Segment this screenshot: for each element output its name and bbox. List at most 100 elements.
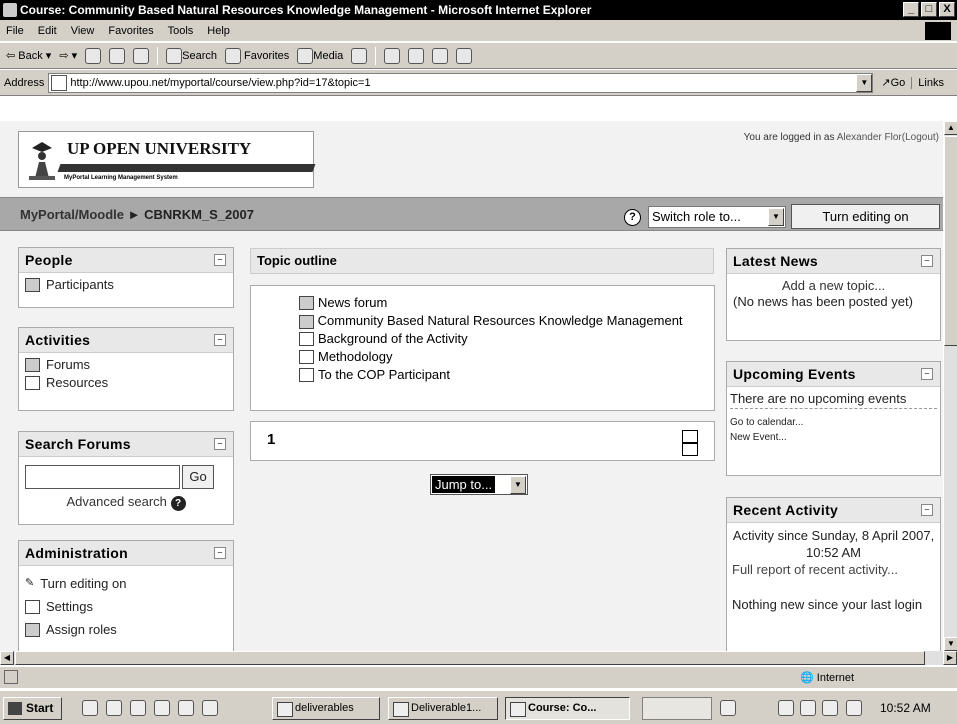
forward-button[interactable]: ⇨ ▾ xyxy=(59,49,77,62)
breadcrumb-course: CBNRKM_S_2007 xyxy=(144,207,254,222)
methodology-resource-link[interactable]: Methodology xyxy=(257,348,708,366)
stop-icon[interactable] xyxy=(85,47,102,64)
app-icon[interactable] xyxy=(178,700,194,716)
taskbar-item-ie-course[interactable]: Course: Co... xyxy=(505,697,630,720)
menu-tools[interactable]: Tools xyxy=(168,25,194,37)
minimize-button[interactable]: _ xyxy=(903,2,919,17)
admin-settings-link[interactable]: Settings xyxy=(25,595,227,618)
background-resource-link[interactable]: Background of the Activity xyxy=(257,330,708,348)
advanced-search-link[interactable]: Advanced search xyxy=(66,494,166,509)
show-one-section-icon[interactable] xyxy=(682,430,698,443)
menu-file[interactable]: File xyxy=(6,25,24,37)
logo-title: UP OPEN UNIVERSITY xyxy=(67,139,252,158)
scroll-up-icon[interactable]: ▲ xyxy=(944,121,957,135)
participants-icon xyxy=(25,278,40,292)
no-news-text: (No news has been posted yet) xyxy=(733,294,913,309)
scroll-thumb[interactable] xyxy=(944,136,957,346)
collapse-icon[interactable]: – xyxy=(214,547,226,559)
help-icon[interactable]: ? xyxy=(624,209,641,226)
admin-assign-roles-link[interactable]: Assign roles xyxy=(25,618,227,641)
login-user-link[interactable]: Alexander Flor xyxy=(837,132,902,143)
news-forum-link[interactable]: News forum xyxy=(257,294,708,312)
links-button[interactable]: Links xyxy=(911,76,944,89)
outlook-icon[interactable] xyxy=(130,700,146,716)
history-icon[interactable] xyxy=(351,47,368,64)
menu-edit[interactable]: Edit xyxy=(38,25,57,37)
taskbar-item-word[interactable]: Deliverable1... xyxy=(388,697,498,720)
search-button[interactable]: Search xyxy=(166,47,217,64)
switch-role-select[interactable]: Switch role to... ▼ xyxy=(648,206,786,228)
scroll-thumb[interactable] xyxy=(15,651,925,665)
print-icon[interactable] xyxy=(408,47,425,64)
address-dropdown-button[interactable]: ▼ xyxy=(856,73,873,92)
resources-link[interactable]: Resources xyxy=(25,374,227,392)
menubar: File Edit View Favorites Tools Help xyxy=(0,20,957,42)
taskbar-item-deliverables[interactable]: deliverables xyxy=(272,697,380,720)
edit-icon[interactable] xyxy=(432,47,449,64)
media-button[interactable]: Media xyxy=(297,47,343,64)
jump-to-select[interactable]: Jump to... ▼ xyxy=(430,474,528,495)
home-icon[interactable] xyxy=(133,47,150,64)
search-label: Search xyxy=(182,49,217,62)
horizontal-scrollbar[interactable]: ◀ ▶ xyxy=(0,651,957,665)
favorites-button[interactable]: Favorites xyxy=(224,47,289,64)
site-logo[interactable]: UP OPEN UNIVERSITY MyPortal Learning Man… xyxy=(18,131,316,188)
breadcrumb-home-link[interactable]: MyPortal/Moodle xyxy=(20,207,124,222)
cop-participant-resource-link[interactable]: To the COP Participant xyxy=(257,366,708,384)
search-go-button[interactable]: Go xyxy=(182,465,214,489)
participants-link[interactable]: Participants xyxy=(25,276,227,294)
media-icon xyxy=(297,47,314,64)
discuss-icon[interactable] xyxy=(456,47,473,64)
turn-editing-on-button[interactable]: Turn editing on xyxy=(791,204,940,229)
site-header: UP OPEN UNIVERSITY MyPortal Learning Man… xyxy=(0,121,943,195)
close-button[interactable]: X xyxy=(939,2,955,17)
scroll-down-icon[interactable]: ▼ xyxy=(944,637,957,651)
tray-icon[interactable] xyxy=(720,700,736,716)
menu-favorites[interactable]: Favorites xyxy=(108,25,153,37)
scroll-left-icon[interactable]: ◀ xyxy=(0,651,14,665)
logout-link[interactable]: (Logout) xyxy=(902,132,939,143)
collapse-icon[interactable]: – xyxy=(214,334,226,346)
menu-view[interactable]: View xyxy=(71,25,95,37)
start-button[interactable]: Start xyxy=(3,697,62,720)
address-input[interactable]: http://www.upou.net/myportal/course/view… xyxy=(48,72,874,93)
go-to-calendar-link[interactable]: Go to calendar... xyxy=(730,415,937,430)
show-all-sections-icon[interactable] xyxy=(682,443,698,456)
media-player-icon[interactable] xyxy=(202,700,218,716)
antivirus-tray-icon[interactable] xyxy=(846,700,862,716)
breadcrumb-separator-icon: ► xyxy=(127,207,141,222)
search-input[interactable] xyxy=(25,465,180,489)
block-title: Administration xyxy=(25,545,128,561)
full-report-link[interactable]: Full report of recent activity... xyxy=(732,561,935,578)
collapse-icon[interactable]: – xyxy=(214,438,226,450)
collapse-icon[interactable]: – xyxy=(921,368,933,380)
google-toolbar-icon[interactable] xyxy=(642,697,712,720)
ie-icon[interactable] xyxy=(106,700,122,716)
forums-link[interactable]: Forums xyxy=(25,356,227,374)
add-topic-link[interactable]: Add a new topic... xyxy=(733,278,934,294)
network-tray-icon[interactable] xyxy=(778,700,794,716)
toolbar: ⇦ Back ▾ ⇨ ▾ Search Favorites Media xyxy=(0,43,957,69)
ime-tray-icon[interactable] xyxy=(822,700,838,716)
maximize-button[interactable]: □ xyxy=(921,2,937,17)
go-button[interactable]: ↗Go xyxy=(881,76,905,89)
vertical-scrollbar[interactable]: ▲ ▼ xyxy=(943,121,957,651)
scroll-right-icon[interactable]: ▶ xyxy=(943,651,957,665)
new-event-link[interactable]: New Event... xyxy=(730,430,937,445)
search-forums-block: Search Forums – Go Advanced search ? xyxy=(18,431,234,525)
help-icon[interactable]: ? xyxy=(170,496,186,511)
collapse-icon[interactable]: – xyxy=(921,504,933,516)
admin-turn-editing-link[interactable]: ✎ Turn editing on xyxy=(25,572,227,595)
refresh-icon[interactable] xyxy=(109,47,126,64)
desktop-icon[interactable] xyxy=(82,700,98,716)
volume-tray-icon[interactable] xyxy=(800,700,816,716)
menu-help[interactable]: Help xyxy=(207,25,230,37)
back-button[interactable]: ⇦ Back ▾ xyxy=(6,49,51,62)
collapse-icon[interactable]: – xyxy=(214,254,226,266)
collapse-icon[interactable]: – xyxy=(921,255,933,267)
mail-icon[interactable] xyxy=(384,47,401,64)
explorer-icon[interactable] xyxy=(154,700,170,716)
cbnrkm-forum-link[interactable]: Community Based Natural Resources Knowle… xyxy=(257,312,708,330)
window-titlebar: Course: Community Based Natural Resource… xyxy=(0,0,957,20)
activity-label: To the COP Participant xyxy=(318,367,450,382)
